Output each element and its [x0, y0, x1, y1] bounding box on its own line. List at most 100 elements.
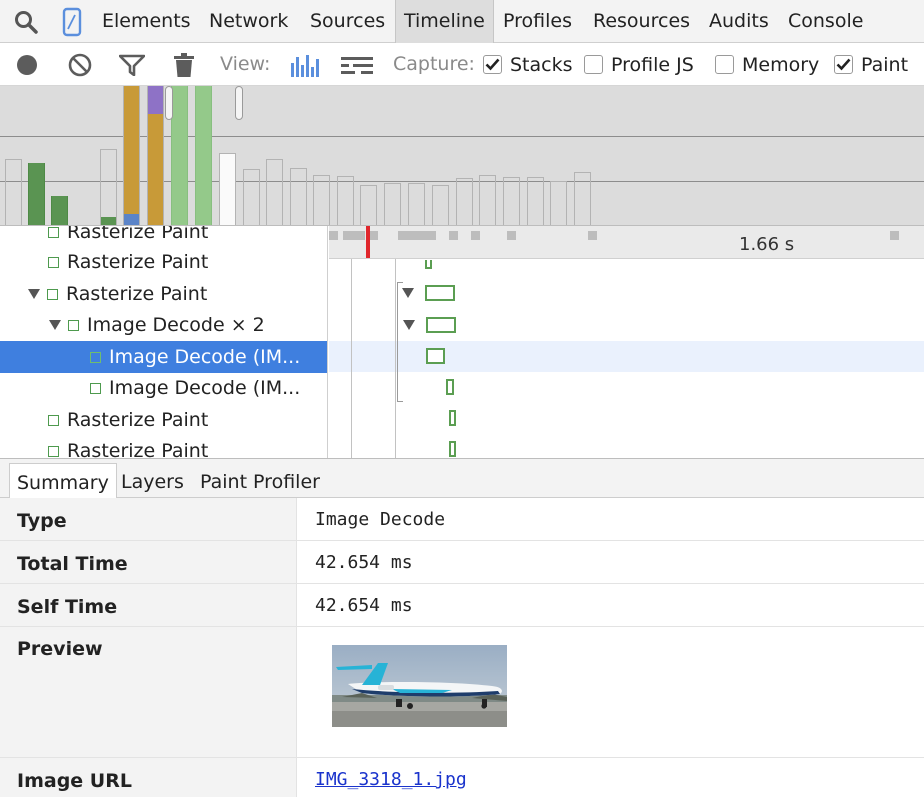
paint-record-icon: [90, 351, 101, 363]
tree-row[interactable]: Rasterize Paint: [0, 226, 327, 248]
tab-timeline[interactable]: Timeline: [395, 0, 494, 43]
tab-network[interactable]: Network: [209, 0, 288, 43]
tab-summary[interactable]: Summary: [9, 463, 117, 500]
tree-row[interactable]: Rasterize Paint: [0, 435, 327, 458]
paint-record-icon: [48, 445, 59, 457]
detail-value: IMG_3318_1.jpg: [315, 758, 467, 797]
tree-row[interactable]: Rasterize Paint: [0, 246, 327, 278]
tab-layers[interactable]: Layers: [114, 463, 191, 499]
image-preview[interactable]: [332, 645, 507, 727]
record-bar[interactable]: [449, 441, 456, 457]
detail-value: Image Decode: [315, 509, 446, 530]
record-bar[interactable]: [425, 285, 455, 301]
playhead-marker[interactable]: [366, 226, 370, 258]
ruler-frame-tick: [398, 231, 436, 240]
detail-row-image-url: Image URL IMG_3318_1.jpg: [0, 758, 924, 797]
frame-bar: [527, 177, 544, 225]
tab-console[interactable]: Console: [788, 0, 863, 43]
expand-triangle-icon[interactable]: [48, 318, 62, 332]
detail-key: Preview: [0, 627, 297, 757]
frame-bar: [360, 185, 377, 225]
checkbox-label: Profile JS: [611, 53, 694, 76]
tab-sources[interactable]: Sources: [310, 0, 385, 43]
tree-row[interactable]: Image Decode (IM...: [0, 372, 327, 404]
detail-key: Self Time: [0, 584, 297, 626]
filter-icon[interactable]: [112, 43, 152, 86]
tree-row[interactable]: Rasterize Paint: [0, 404, 327, 436]
tree-row-label: Rasterize Paint: [67, 251, 209, 273]
timeline-toolbar: View: Capture: Stacks Profile JS Memory …: [0, 43, 924, 86]
profile-js-checkbox[interactable]: Profile JS: [584, 43, 694, 86]
checkbox-box[interactable]: [483, 55, 502, 74]
expand-triangle-icon[interactable]: [403, 319, 415, 331]
expand-triangle-icon[interactable]: [402, 287, 414, 299]
tab-audits[interactable]: Audits: [709, 0, 769, 43]
frame-bar: [147, 86, 164, 225]
record-bar[interactable]: [426, 317, 456, 333]
detail-row-total-time: Total Time 42.654 ms: [0, 541, 924, 584]
record-bar[interactable]: [446, 379, 454, 395]
frame-bar: [219, 153, 236, 225]
checkbox-box[interactable]: [715, 55, 734, 74]
paint-record-icon: [90, 382, 101, 394]
clear-icon[interactable]: [60, 43, 100, 86]
stacks-checkbox[interactable]: Stacks: [483, 43, 573, 86]
record-bar[interactable]: [449, 410, 456, 426]
detail-value: 42.654 ms: [315, 595, 413, 616]
paint-record-icon: [48, 256, 59, 268]
checkbox-label: Memory: [742, 53, 820, 76]
checkbox-box[interactable]: [834, 55, 853, 74]
frame-bar: [243, 169, 260, 225]
timeline-overview[interactable]: [0, 86, 924, 226]
record-bar[interactable]: [425, 260, 432, 269]
checkbox-box[interactable]: [584, 55, 603, 74]
tab-resources[interactable]: Resources: [593, 0, 690, 43]
details-tab-bar: Summary Layers Paint Profiler: [0, 458, 924, 500]
flame-view-icon[interactable]: [337, 43, 377, 86]
overview-window-right-handle[interactable]: [235, 86, 243, 120]
trash-icon[interactable]: [164, 43, 204, 86]
image-url-link[interactable]: IMG_3318_1.jpg: [315, 769, 467, 790]
paint-checkbox[interactable]: Paint: [834, 43, 908, 86]
tree-row-label: Image Decode (IM...: [109, 346, 301, 368]
detail-value: 42.654 ms: [315, 552, 413, 573]
frame-bar: [550, 181, 567, 225]
ruler-frame-tick: [329, 231, 338, 240]
frame-bar: [171, 86, 188, 225]
search-icon[interactable]: [4, 0, 48, 43]
tab-profiles[interactable]: Profiles: [503, 0, 572, 43]
tree-bracket: [397, 401, 403, 402]
tree-row-label: Image Decode (IM...: [109, 377, 301, 399]
ruler-frame-tick: [588, 231, 597, 240]
tab-paint-profiler[interactable]: Paint Profiler: [193, 463, 327, 499]
detail-key: Type: [0, 498, 297, 540]
checkbox-label: Paint: [861, 53, 909, 76]
record-icon[interactable]: [7, 43, 47, 86]
tree-row-label: Rasterize Paint: [66, 283, 208, 305]
timeline-grid[interactable]: 1.66 s: [329, 226, 924, 458]
tree-row[interactable]: Image Decode × 2: [0, 309, 327, 341]
tab-elements[interactable]: Elements: [102, 0, 191, 43]
capture-label: Capture:: [393, 53, 475, 75]
frame-bar: [408, 183, 425, 225]
tree-row[interactable]: Rasterize Paint: [0, 278, 327, 310]
frame-bar: [432, 185, 449, 225]
overview-window-left-handle[interactable]: [165, 86, 173, 120]
tree-row-label: Rasterize Paint: [67, 440, 209, 458]
frame-bar: [456, 178, 473, 225]
ruler-frame-tick: [507, 231, 516, 240]
checkbox-label: Stacks: [510, 53, 573, 76]
frame-bar: [574, 172, 591, 225]
timeline-tree: Rasterize Paint Rasterize Paint Rasteriz…: [0, 226, 328, 458]
device-mode-icon[interactable]: [50, 0, 94, 43]
frame-bar: [503, 177, 520, 225]
record-bar-selected[interactable]: [426, 348, 445, 364]
view-label: View:: [220, 53, 271, 75]
ruler-frame-tick: [471, 231, 480, 240]
frame-bar: [123, 86, 140, 225]
time-ruler[interactable]: 1.66 s: [329, 226, 924, 259]
tree-row-selected[interactable]: Image Decode (IM...: [0, 341, 327, 373]
memory-checkbox[interactable]: Memory: [715, 43, 819, 86]
bars-view-icon[interactable]: [286, 43, 326, 86]
expand-triangle-icon[interactable]: [27, 287, 41, 301]
